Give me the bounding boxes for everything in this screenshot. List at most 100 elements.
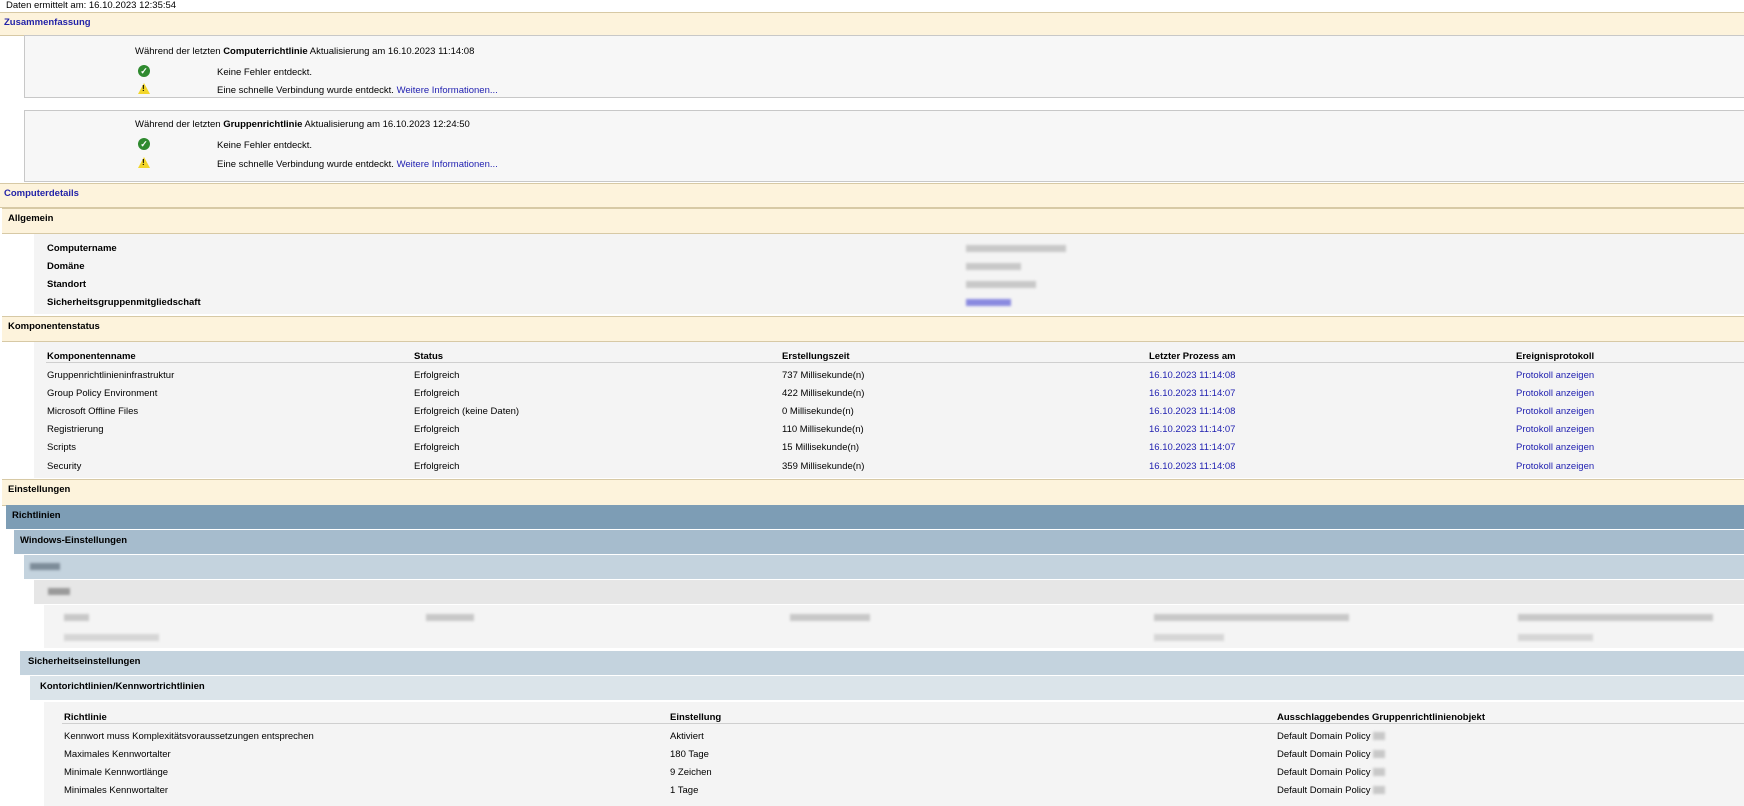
policies-title: Richtlinien (12, 510, 61, 521)
password-policies-header[interactable]: Kontorichtlinien/Kennwortrichtlinien (30, 676, 1744, 701)
general-content (34, 234, 1744, 314)
redacted-cell (1154, 614, 1349, 621)
no-errors-text: Keine Fehler entdeckt. (217, 140, 313, 151)
site-value-redacted (966, 281, 1036, 288)
table-row-setting: 180 Tage (670, 749, 709, 760)
redacted-cell (790, 614, 870, 621)
table-row-policy: Kennwort muss Komplexitätsvoraussetzunge… (64, 731, 314, 742)
domain-value-redacted (966, 263, 1021, 270)
table-row-time: 15 Millisekunde(n) (782, 442, 860, 453)
col-event-log: Ereignisprotokoll (1516, 351, 1595, 362)
password-policies-title: Kontorichtlinien/Kennwortrichtlinien (40, 681, 205, 692)
redacted-cell (426, 614, 474, 621)
summary-policy-type: Gruppenrichtlinie (223, 119, 303, 130)
redacted-gpo-id (1373, 768, 1386, 777)
more-info-link[interactable]: Weitere Informationen... (397, 159, 498, 170)
view-log-link[interactable]: Protokoll anzeigen (1516, 461, 1594, 472)
computer-policy-summary: Während der letzten Computerrichtlinie A… (135, 46, 474, 57)
table-row-last-process-link[interactable]: 16.10.2023 11:14:07 (1149, 424, 1235, 435)
components-header-divider (46, 362, 1744, 363)
success-check-icon: ✓ (138, 138, 150, 150)
table-row-last-process-link[interactable]: 16.10.2023 11:14:08 (1149, 370, 1235, 381)
table-row-status: Erfolgreich (keine Daten) (414, 406, 520, 417)
redacted-section-header[interactable] (24, 555, 1744, 580)
redacted-gpo-id (1373, 732, 1386, 741)
redacted-subsection-header[interactable] (34, 580, 1744, 604)
summary-prefix: Während der letzten (135, 119, 221, 130)
table-row-name: Group Policy Environment (47, 388, 158, 399)
table-row-setting: 9 Zeichen (670, 767, 712, 778)
computer-name-label: Computername (47, 243, 117, 254)
table-row-last-process-link[interactable]: 16.10.2023 11:14:07 (1149, 442, 1235, 453)
view-log-link[interactable]: Protokoll anzeigen (1516, 442, 1594, 453)
redacted-table (44, 605, 1744, 648)
redacted-subsection-title (48, 588, 70, 595)
redacted-gpo-id (1373, 750, 1386, 759)
table-row-name: Microsoft Offline Files (47, 406, 139, 417)
summary-title[interactable]: Zusammenfassung (4, 17, 91, 28)
password-table-header-divider (62, 723, 1744, 724)
gpo-name: Default Domain Policy (1277, 767, 1371, 778)
summary-prefix: Während der letzten (135, 46, 221, 57)
table-row-last-process-link[interactable]: 16.10.2023 11:14:08 (1149, 406, 1235, 417)
redacted-section-title (30, 563, 60, 570)
redacted-cell (64, 634, 159, 641)
table-row-status: Erfolgreich (414, 424, 460, 435)
table-row-gpo: Default Domain Policy (1277, 785, 1386, 796)
table-row-time: 422 Millisekunde(n) (782, 388, 865, 399)
general-header[interactable]: Allgemein (2, 208, 1744, 234)
warning-icon: ! (138, 83, 150, 94)
table-row-time: 110 Millisekunde(n) (782, 424, 864, 435)
computer-details-title[interactable]: Computerdetails (4, 188, 79, 199)
computer-details-header[interactable]: Computerdetails (0, 183, 1744, 208)
redacted-cell (1518, 634, 1593, 641)
security-settings-header[interactable]: Sicherheitseinstellungen (20, 651, 1744, 676)
redacted-cell (64, 614, 89, 621)
col-winning-gpo: Ausschlaggebendes Gruppenrichtlinienobje… (1277, 712, 1485, 723)
domain-label: Domäne (47, 261, 85, 272)
col-policy: Richtlinie (64, 712, 107, 723)
components-header[interactable]: Komponentenstatus (2, 316, 1744, 342)
view-log-link[interactable]: Protokoll anzeigen (1516, 424, 1594, 435)
table-row-gpo: Default Domain Policy (1277, 731, 1386, 742)
view-log-link[interactable]: Protokoll anzeigen (1516, 370, 1594, 381)
password-policy-table (44, 702, 1744, 806)
table-row-setting: 1 Tage (670, 785, 699, 796)
summary-header[interactable]: Zusammenfassung (0, 12, 1744, 36)
table-row-policy: Minimale Kennwortlänge (64, 767, 169, 778)
summary-update-time: Aktualisierung am 16.10.2023 11:14:08 (309, 46, 475, 57)
table-row-name: Registrierung (47, 424, 104, 435)
col-status: Status (414, 351, 444, 362)
report-timestamp: Daten ermittelt am: 16.10.2023 12:35:54 (6, 0, 177, 11)
table-row-time: 0 Millisekunde(n) (782, 406, 854, 417)
security-group-link-redacted[interactable] (966, 299, 1011, 306)
view-log-link[interactable]: Protokoll anzeigen (1516, 388, 1594, 399)
table-row-name: Gruppenrichtlinieninfrastruktur (47, 370, 175, 381)
view-log-link[interactable]: Protokoll anzeigen (1516, 406, 1594, 417)
table-row-policy: Maximales Kennwortalter (64, 749, 171, 760)
table-row-last-process-link[interactable]: 16.10.2023 11:14:07 (1149, 388, 1235, 399)
security-group-label: Sicherheitsgruppenmitgliedschaft (47, 297, 201, 308)
site-label: Standort (47, 279, 87, 290)
table-row-gpo: Default Domain Policy (1277, 767, 1386, 778)
windows-settings-header[interactable]: Windows-Einstellungen (14, 530, 1744, 555)
table-row-status: Erfolgreich (414, 461, 460, 472)
table-row-status: Erfolgreich (414, 370, 460, 381)
settings-title: Einstellungen (8, 484, 71, 495)
more-info-link[interactable]: Weitere Informationen... (397, 85, 498, 96)
table-row-last-process-link[interactable]: 16.10.2023 11:14:08 (1149, 461, 1235, 472)
settings-header[interactable]: Einstellungen (2, 479, 1744, 506)
policies-header[interactable]: Richtlinien (6, 505, 1744, 530)
table-row-name: Security (47, 461, 82, 472)
redacted-cell (1518, 614, 1713, 621)
col-setting: Einstellung (670, 712, 722, 723)
col-component-name: Komponentenname (47, 351, 136, 362)
col-creation-time: Erstellungszeit (782, 351, 850, 362)
fast-link-message: Eine schnelle Verbindung wurde entdeckt. (217, 159, 394, 170)
gpo-name: Default Domain Policy (1277, 731, 1371, 742)
table-row-gpo: Default Domain Policy (1277, 749, 1386, 760)
gpo-name: Default Domain Policy (1277, 749, 1371, 760)
group-policy-summary: Während der letzten Gruppenrichtlinie Ak… (135, 119, 470, 130)
warning-icon: ! (138, 157, 150, 168)
fast-link-message: Eine schnelle Verbindung wurde entdeckt. (217, 85, 394, 96)
